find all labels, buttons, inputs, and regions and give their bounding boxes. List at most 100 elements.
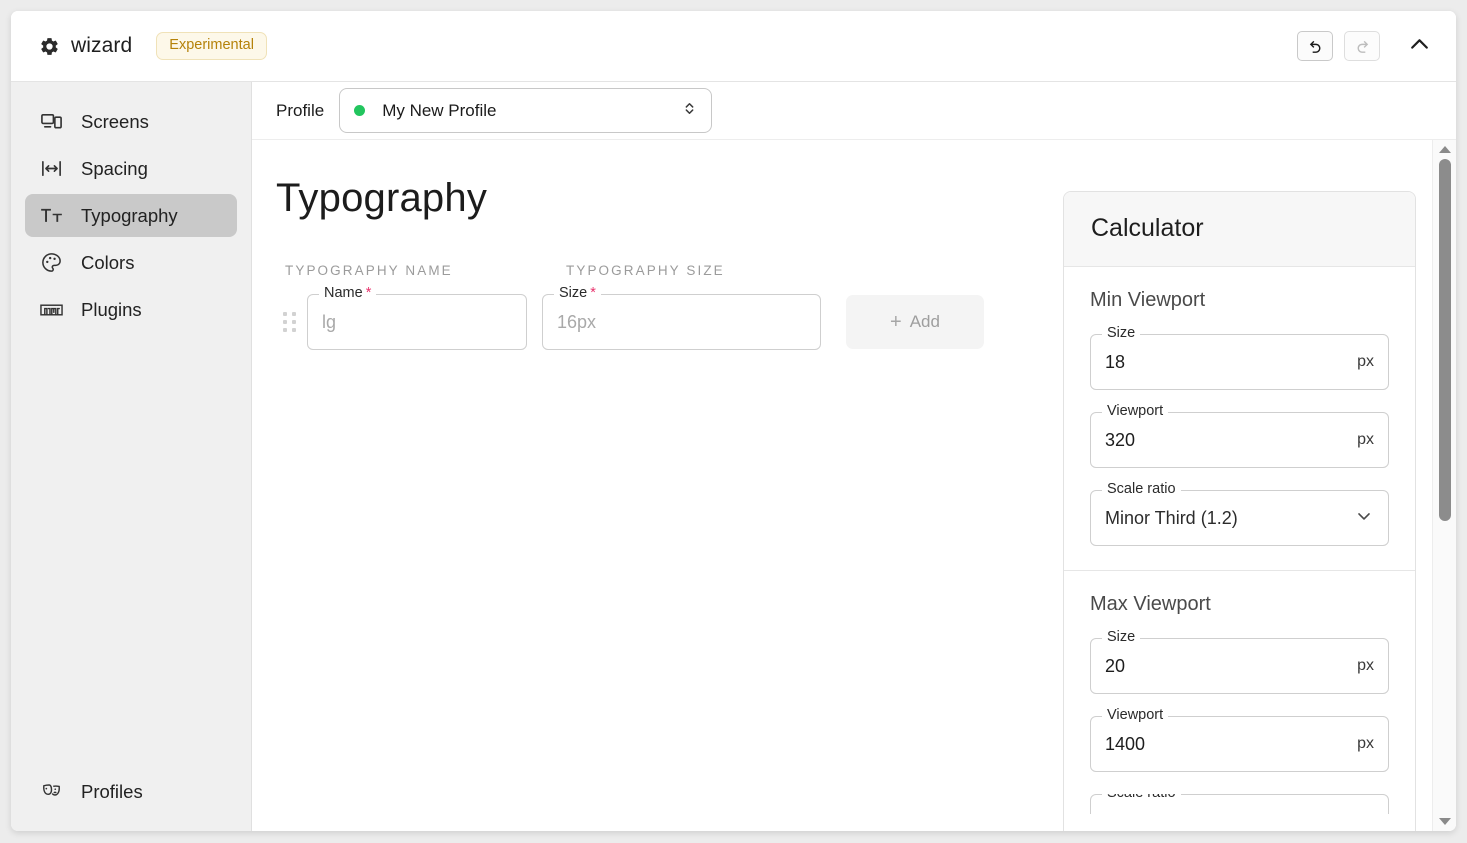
sidebar-item-colors[interactable]: Colors — [25, 241, 237, 284]
add-button-label: Add — [909, 312, 940, 331]
scroll-region: Typography TYPOGRAPHY NAME TYPOGRAPHY SI… — [252, 140, 1456, 831]
sidebar-item-profiles[interactable]: Profiles — [25, 770, 237, 813]
max-viewport-unit: px — [1357, 735, 1374, 752]
redo-arrow-icon — [1354, 38, 1371, 55]
sidebar-nav-list: Screens Spacing Typography Colors Plugin… — [25, 100, 237, 331]
gear-icon — [39, 36, 60, 57]
screens-devices-icon — [39, 109, 64, 134]
app-window: wizard Experimental Screens Spacing Typo… — [11, 11, 1456, 831]
column-header-name: TYPOGRAPHY NAME — [285, 263, 453, 278]
content-area: Profile My New Profile Typography TYPOGR… — [252, 82, 1456, 831]
calculator-section-min-viewport: Min Viewport Size px Viewport px — [1064, 267, 1415, 570]
min-viewport-label: Viewport — [1102, 404, 1169, 419]
dots-grid — [282, 312, 296, 332]
label-text: Name — [324, 285, 363, 301]
scroll-down-arrow-icon[interactable] — [1433, 812, 1457, 831]
required-marker: * — [365, 285, 372, 301]
sidebar: Screens Spacing Typography Colors Plugin… — [11, 82, 252, 831]
typography-name-field[interactable]: Name * — [307, 286, 527, 350]
profile-select[interactable]: My New Profile — [339, 88, 713, 133]
theater-masks-icon — [39, 779, 64, 804]
redo-button[interactable] — [1344, 31, 1380, 61]
typography-size-label: Size * — [554, 286, 601, 301]
spacing-arrows-icon — [39, 156, 64, 181]
min-scale-ratio-label: Scale ratio — [1102, 482, 1181, 497]
brand: wizard Experimental — [39, 32, 267, 60]
experimental-badge: Experimental — [156, 32, 267, 60]
min-scale-ratio-select[interactable]: Scale ratio Minor Third (1.2) — [1090, 482, 1389, 546]
titlebar: wizard Experimental — [11, 11, 1456, 82]
calculator-card: Calculator Min Viewport Size px — [1063, 191, 1416, 831]
sidebar-item-label: Spacing — [81, 157, 148, 179]
calculator-section-max-viewport: Max Viewport Size px Viewport px — [1064, 570, 1415, 831]
min-size-label: Size — [1102, 326, 1141, 341]
section-heading: Max Viewport — [1090, 593, 1211, 615]
section-heading: Min Viewport — [1090, 289, 1206, 311]
typography-panel: Typography TYPOGRAPHY NAME TYPOGRAPHY SI… — [252, 176, 1025, 350]
typography-name-input[interactable] — [322, 311, 512, 333]
profile-bar: Profile My New Profile — [252, 82, 1456, 140]
max-scale-ratio-clip: Scale ratio — [1090, 794, 1389, 814]
max-size-field[interactable]: Size px — [1090, 630, 1389, 694]
sidebar-item-label: Profiles — [81, 780, 143, 802]
drag-handle-dots-icon[interactable] — [276, 312, 302, 332]
column-headers: TYPOGRAPHY NAME TYPOGRAPHY SIZE — [276, 263, 1025, 278]
scroll-thumb[interactable] — [1438, 159, 1451, 522]
calculator-header: Calculator — [1064, 192, 1415, 267]
min-viewport-unit: px — [1357, 431, 1374, 448]
body: Screens Spacing Typography Colors Plugin… — [11, 82, 1456, 831]
max-scale-ratio-label: Scale ratio — [1102, 794, 1181, 801]
typography-size-input[interactable] — [557, 311, 806, 333]
scroll-up-arrow-icon[interactable] — [1433, 140, 1457, 159]
npm-icon — [39, 297, 64, 322]
palette-icon — [39, 250, 64, 275]
sidebar-item-label: Colors — [81, 251, 135, 273]
typography-row: Name* Size* + — [276, 286, 1025, 350]
min-size-field[interactable]: Size px — [1090, 326, 1389, 390]
min-size-input[interactable] — [1105, 351, 1350, 373]
calculator-panel: Calculator Min Viewport Size px — [1063, 176, 1416, 831]
sidebar-item-label: Plugins — [81, 298, 142, 320]
scroll-inner: Typography TYPOGRAPHY NAME TYPOGRAPHY SI… — [252, 140, 1416, 831]
max-viewport-label: Viewport — [1102, 708, 1169, 723]
profile-selected-value: My New Profile — [382, 100, 497, 120]
max-viewport-field[interactable]: Viewport px — [1090, 708, 1389, 772]
sidebar-item-typography[interactable]: Typography — [25, 194, 237, 237]
min-viewport-field[interactable]: Viewport px — [1090, 404, 1389, 468]
typography-name-label: Name * — [319, 285, 377, 301]
min-size-unit: px — [1357, 353, 1374, 370]
chevron-down-icon — [1354, 506, 1374, 531]
max-scale-ratio-select[interactable]: Scale ratio — [1090, 794, 1389, 814]
typography-tt-icon — [39, 203, 64, 228]
brand-name: wizard — [71, 34, 133, 57]
titlebar-actions — [1297, 29, 1438, 63]
profile-status-dot — [354, 105, 366, 116]
required-marker: * — [590, 285, 596, 301]
typography-size-field[interactable]: Size * — [542, 286, 821, 350]
sidebar-item-screens[interactable]: Screens — [25, 100, 237, 143]
sidebar-item-plugins[interactable]: Plugins — [25, 288, 237, 331]
undo-button[interactable] — [1297, 31, 1333, 61]
page-title: Typography — [276, 176, 488, 220]
sidebar-item-label: Screens — [81, 110, 149, 132]
min-scale-ratio-value: Minor Third (1.2) — [1105, 507, 1238, 528]
label-text: Size — [559, 285, 588, 301]
max-size-unit: px — [1357, 657, 1374, 674]
calculator-title: Calculator — [1091, 214, 1204, 242]
profile-label: Profile — [276, 100, 325, 120]
chevron-up-icon — [1407, 32, 1432, 60]
max-viewport-input[interactable] — [1105, 733, 1350, 755]
collapse-button[interactable] — [1400, 29, 1438, 63]
column-header-size: TYPOGRAPHY SIZE — [566, 263, 725, 278]
max-size-input[interactable] — [1105, 655, 1350, 677]
add-button[interactable]: + Add — [846, 295, 984, 349]
sidebar-item-label: Typography — [81, 204, 178, 226]
plus-icon: + — [890, 311, 902, 333]
max-size-label: Size — [1102, 630, 1141, 645]
scrollbar-track[interactable] — [1433, 159, 1457, 812]
undo-arrow-icon — [1307, 38, 1324, 55]
vertical-scrollbar[interactable] — [1432, 140, 1456, 831]
sidebar-item-spacing[interactable]: Spacing — [25, 147, 237, 190]
min-viewport-input[interactable] — [1105, 429, 1350, 451]
